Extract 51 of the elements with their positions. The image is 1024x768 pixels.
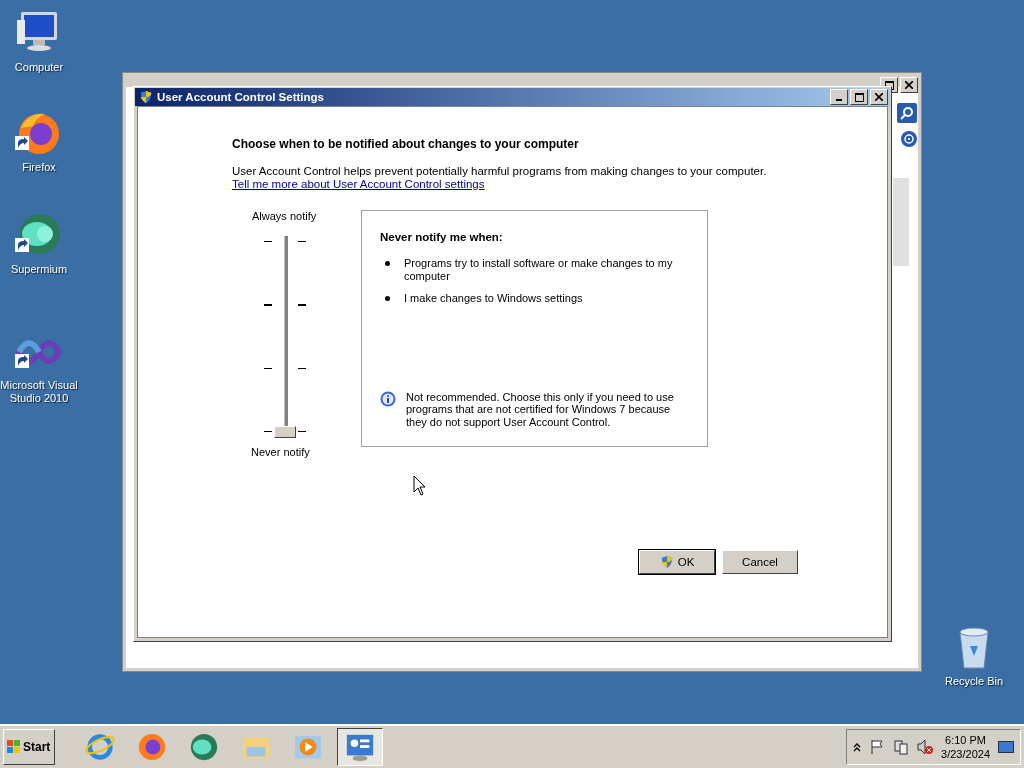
info-icon [380, 390, 396, 407]
ie-icon [85, 732, 115, 762]
maximize-icon [854, 92, 864, 102]
clock-time[interactable]: 6:10 PM [945, 733, 986, 747]
flag-icon[interactable] [869, 739, 886, 755]
desktop-icon-label[interactable]: Recycle Bin [944, 675, 1004, 688]
desktop-icon-label[interactable]: Microsoft Visual Studio 2010 [0, 379, 79, 405]
mouse-cursor-icon [413, 475, 427, 497]
supermium-icon [189, 732, 219, 762]
taskbar-button[interactable] [337, 728, 383, 766]
muted-speaker-icon[interactable] [917, 739, 934, 755]
desktop-icon-label[interactable]: Supermium [10, 263, 68, 276]
cancel-button[interactable]: Cancel [722, 550, 798, 574]
bullet-icon [385, 261, 390, 266]
close-button[interactable] [900, 77, 918, 93]
shield-icon [139, 90, 153, 104]
control-panel-icon [345, 732, 375, 762]
windows-logo-icon [7, 740, 21, 754]
bullet-text: Programs try to install software or make changes to my computer [404, 257, 674, 282]
slider-thumb[interactable] [274, 426, 296, 438]
warning-note: Not recommended. Choose this only if you need to use programs that are not certified for Windows 7 because they do not support User Account Control. [406, 390, 675, 428]
start-button[interactable]: Start [3, 729, 55, 765]
slider-top-label: Always notify [252, 210, 317, 222]
maximize-icon [884, 80, 894, 90]
close-button[interactable] [870, 89, 888, 105]
minimize-button[interactable] [830, 89, 848, 105]
panel-heading: Never notify me when: [380, 231, 504, 243]
close-icon [905, 81, 913, 89]
help-link[interactable]: Tell me more about User Account Control settings [232, 178, 485, 190]
desktop-icon-label[interactable]: Firefox [22, 161, 56, 174]
heading: Choose when to be notified about changes to your computer [232, 137, 580, 151]
firefox-icon [137, 732, 167, 762]
show-desktop-icon[interactable] [998, 741, 1014, 753]
maximize-button[interactable] [850, 89, 868, 105]
network-icon[interactable] [893, 739, 910, 755]
ok-button[interactable]: OK [639, 550, 715, 574]
supermium-icon [20, 214, 60, 254]
desktop-icon-label[interactable]: Computer [14, 61, 64, 74]
bullet-text: I make changes to Windows settings [404, 292, 583, 305]
chevron-up-icon[interactable] [853, 742, 862, 752]
shield-icon [659, 555, 674, 569]
search-icon[interactable] [900, 106, 914, 120]
visual-studio-icon [16, 340, 62, 364]
clock-date[interactable]: 3/23/2024 [941, 747, 990, 761]
bullet-icon [385, 296, 390, 301]
close-icon [875, 93, 883, 101]
slider-bottom-label: Never notify [251, 446, 310, 458]
help-icon[interactable] [904, 134, 914, 144]
window-title: User Account Control Settings [157, 91, 325, 103]
description: User Account Control helps prevent potentially harmful programs from making changes to your computer. [232, 165, 768, 178]
scrollbar[interactable] [893, 178, 909, 266]
